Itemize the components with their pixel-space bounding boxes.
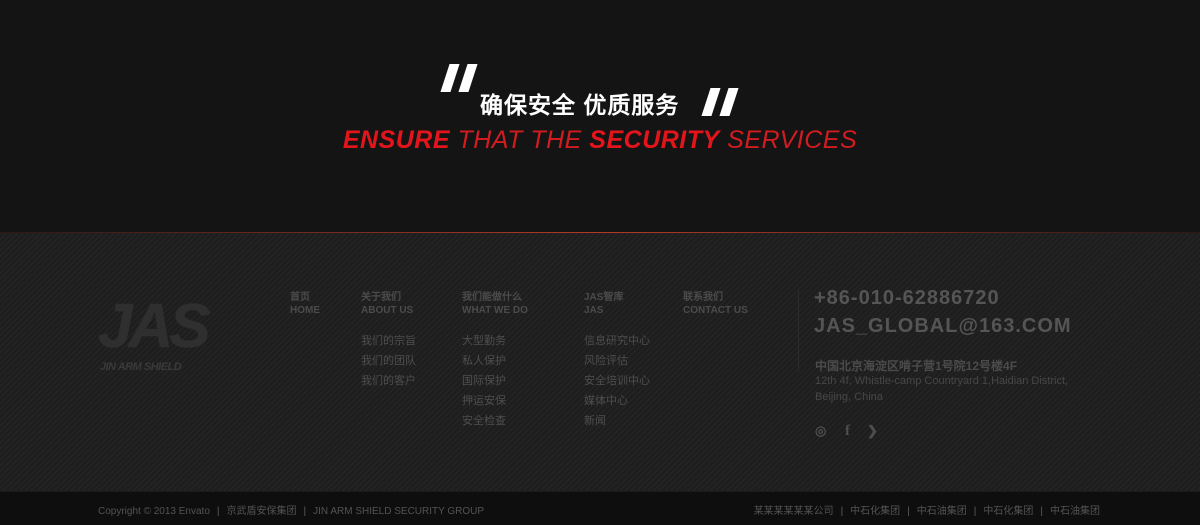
nav-column-about: 关于我们 ABOUT US 我们的宗旨 我们的团队 我们的客户: [361, 291, 416, 391]
slogan-word-ensure: ENSURE: [342, 126, 451, 154]
separator: |: [1040, 506, 1043, 517]
nav-link[interactable]: 我们的客户: [361, 371, 416, 391]
separator: |: [973, 506, 977, 517]
partner-link[interactable]: 中石化集团: [850, 506, 900, 517]
nav-link[interactable]: 媒体中心: [584, 391, 650, 411]
slogan-row: 确保安全 优质服务: [0, 60, 1200, 120]
nav-title-home-en[interactable]: HOME: [290, 304, 320, 317]
partner-link[interactable]: 中石油集团: [917, 506, 967, 517]
footer-divider: [798, 291, 799, 371]
separator: |: [840, 506, 844, 517]
separator: |: [303, 506, 307, 517]
company-name-cn: 京武盾安保集团: [226, 506, 297, 517]
bottom-bar: Copyright © 2013 Envato | 京武盾安保集团 | JIN ARM …: [0, 491, 1200, 525]
nav-link[interactable]: 大型勤务: [462, 331, 528, 351]
open-quote-icon: [440, 64, 481, 94]
copyright: Copyright © 2013 Envato | 京武盾安保集团 | JIN ARM …: [98, 502, 484, 517]
slogan-words-that-the: THAT THE: [450, 126, 590, 154]
partner-link[interactable]: 中石化集团: [983, 506, 1033, 517]
logo-letters: JAS: [98, 292, 211, 361]
nav-title-about-en[interactable]: ABOUT US: [361, 304, 416, 317]
close-quote-icon: [701, 88, 742, 118]
nav-title-contact-cn[interactable]: 联系我们: [683, 291, 748, 304]
address-english: 12th 4f, Whistle-camp Countryard 1,Haidi…: [815, 375, 1069, 403]
nav-title-home-cn[interactable]: 首页: [290, 291, 320, 304]
nav-link[interactable]: 私人保护: [462, 351, 528, 371]
nav-column-what-we-do: 我们能做什么 WHAT WE DO 大型勤务 私人保护 国际保护 押运安保 安全…: [462, 291, 528, 431]
nav-links-about: 我们的宗旨 我们的团队 我们的客户: [361, 331, 416, 391]
partner-link[interactable]: 中石油集团: [1050, 506, 1100, 517]
nav-title-about-cn[interactable]: 关于我们: [361, 291, 416, 304]
separator: |: [907, 506, 910, 517]
nav-title-jas-cn[interactable]: JAS智库: [584, 291, 650, 304]
hero-banner: 确保安全 优质服务 ENSURE THAT THE SECURITY SERVI…: [0, 0, 1200, 232]
partner-links: 某某某某某某公司 | 中石化集团 | 中石油集团 | 中石化集团 | 中石油集团: [754, 502, 1100, 517]
nav-link[interactable]: 我们的团队: [361, 351, 416, 371]
nav-link[interactable]: 风险评估: [584, 351, 650, 371]
nav-column-home[interactable]: 首页 HOME: [290, 291, 320, 317]
contact-email[interactable]: JAS_GLOBAL@163.COM: [814, 315, 1072, 338]
slogan-word-security: SECURITY: [589, 126, 720, 154]
nav-title-contact-en[interactable]: CONTACT US: [683, 304, 748, 317]
twitter-icon[interactable]: ❯: [867, 423, 878, 439]
facebook-icon[interactable]: f: [845, 423, 850, 439]
nav-link[interactable]: 新闻: [584, 411, 650, 431]
weibo-icon[interactable]: ◎: [815, 423, 826, 439]
nav-link[interactable]: 我们的宗旨: [361, 331, 416, 351]
nav-links-jas: 信息研究中心 风险评估 安全培训中心 媒体中心 新闻: [584, 331, 650, 431]
nav-link[interactable]: 国际保护: [462, 371, 528, 391]
nav-link[interactable]: 信息研究中心: [584, 331, 650, 351]
nav-title-what-cn[interactable]: 我们能做什么: [462, 291, 528, 304]
company-name-en: JIN ARM SHIELD SECURITY GROUP: [313, 506, 485, 517]
logo-caption: JIN ARM SHIELD: [100, 361, 182, 373]
copyright-text: Copyright © 2013 Envato: [98, 506, 210, 517]
slogan-chinese: 确保安全 优质服务: [480, 92, 680, 118]
slogan-word-services: SERVICES: [719, 126, 858, 154]
nav-column-contact[interactable]: 联系我们 CONTACT US: [683, 291, 748, 317]
address-chinese: 中国北京海淀区啃子营1号院12号楼4F: [815, 359, 1018, 373]
nav-column-jas: JAS智库 JAS 信息研究中心 风险评估 安全培训中心 媒体中心 新闻: [584, 291, 650, 431]
nav-title-jas-en[interactable]: JAS: [584, 304, 650, 317]
footer: JAS JIN ARM SHIELD 首页 HOME 关于我们 ABOUT US…: [0, 233, 1200, 491]
separator: |: [216, 506, 220, 517]
nav-link[interactable]: 安全检查: [462, 411, 528, 431]
partner-link[interactable]: 某某某某某某公司: [754, 506, 834, 517]
contact-phone[interactable]: +86-010-62886720: [814, 287, 1000, 310]
nav-link[interactable]: 押运安保: [462, 391, 528, 411]
nav-link[interactable]: 安全培训中心: [584, 371, 650, 391]
jas-logo[interactable]: JAS JIN ARM SHIELD: [98, 291, 211, 383]
nav-links-what: 大型勤务 私人保护 国际保护 押运安保 安全检查: [462, 331, 528, 431]
slogan-english: ENSURE THAT THE SECURITY SERVICES: [0, 126, 1200, 155]
nav-title-what-en[interactable]: WHAT WE DO: [462, 304, 528, 317]
